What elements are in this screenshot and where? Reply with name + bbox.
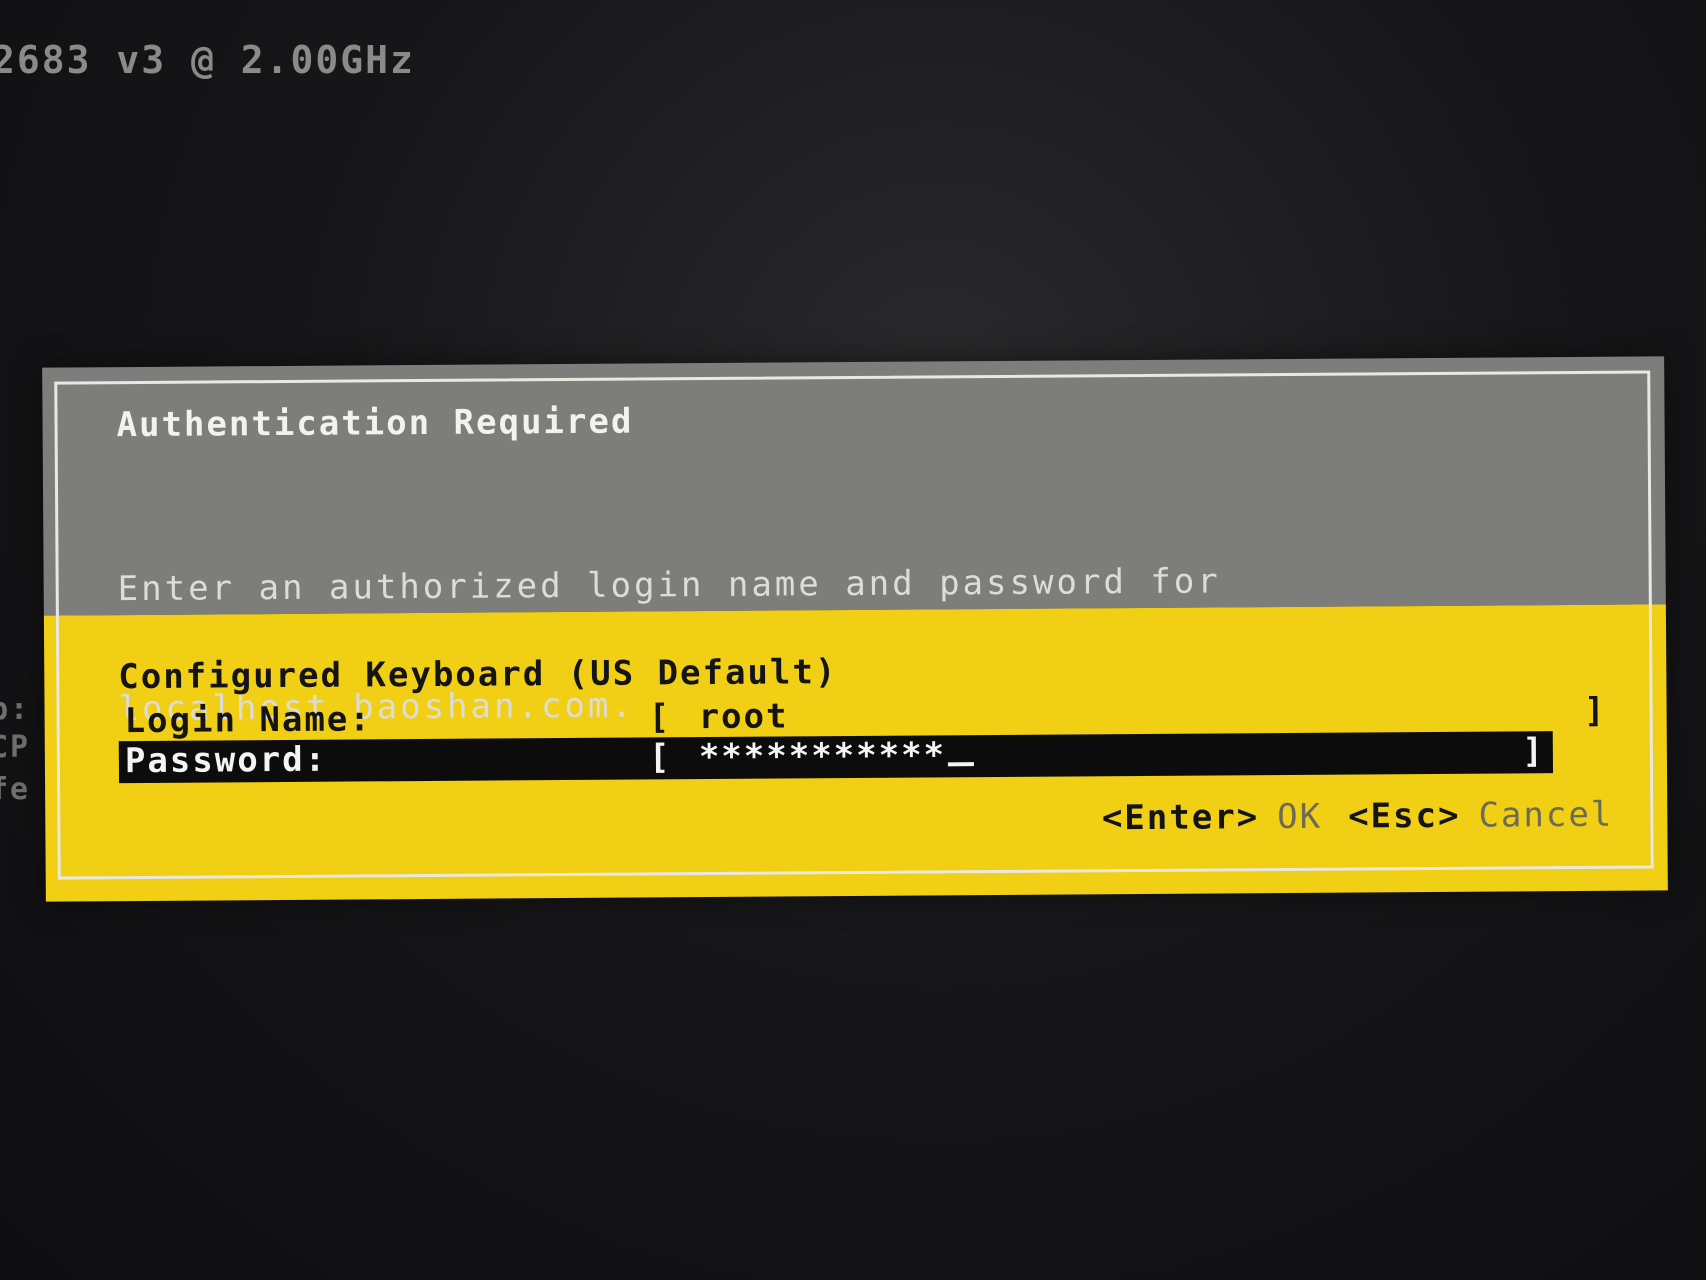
message-line: Enter an authorized login name and passw… (117, 561, 1221, 610)
login-open-bracket: [ (648, 697, 672, 738)
login-close-bracket: ] (1583, 690, 1607, 731)
dialog-actions: <Enter> OK <Esc> Cancel (1102, 795, 1614, 839)
console-edge-fragment: CP (0, 730, 31, 765)
cancel-button[interactable]: <Esc> Cancel (1348, 795, 1613, 837)
password-close-bracket: ] (1522, 731, 1546, 772)
console-cpu-text: 2683 v3 @ 2.00GHz (0, 38, 415, 82)
password-input[interactable]: *********** (698, 735, 975, 778)
esc-key-hint: <Esc> (1347, 795, 1461, 837)
keyboard-layout-text: Configured Keyboard (US Default) (118, 652, 838, 698)
console-edge-fragment: p: (0, 692, 31, 727)
console-edge-fragment: fe (0, 772, 31, 807)
password-label: Password: (124, 739, 328, 782)
ok-label: OK (1277, 796, 1323, 838)
text-cursor (948, 762, 975, 767)
dialog-title: Authentication Required (116, 401, 634, 446)
ok-button[interactable]: <Enter> OK (1102, 797, 1323, 839)
password-open-bracket: [ (648, 737, 672, 778)
login-name-label: Login Name: (124, 699, 372, 742)
cancel-label: Cancel (1478, 794, 1614, 836)
enter-key-hint: <Enter> (1101, 797, 1260, 839)
password-masked-value: *********** (698, 735, 947, 778)
authentication-dialog: Authentication Required Enter an authori… (42, 356, 1668, 902)
login-name-value[interactable]: root (698, 696, 788, 737)
